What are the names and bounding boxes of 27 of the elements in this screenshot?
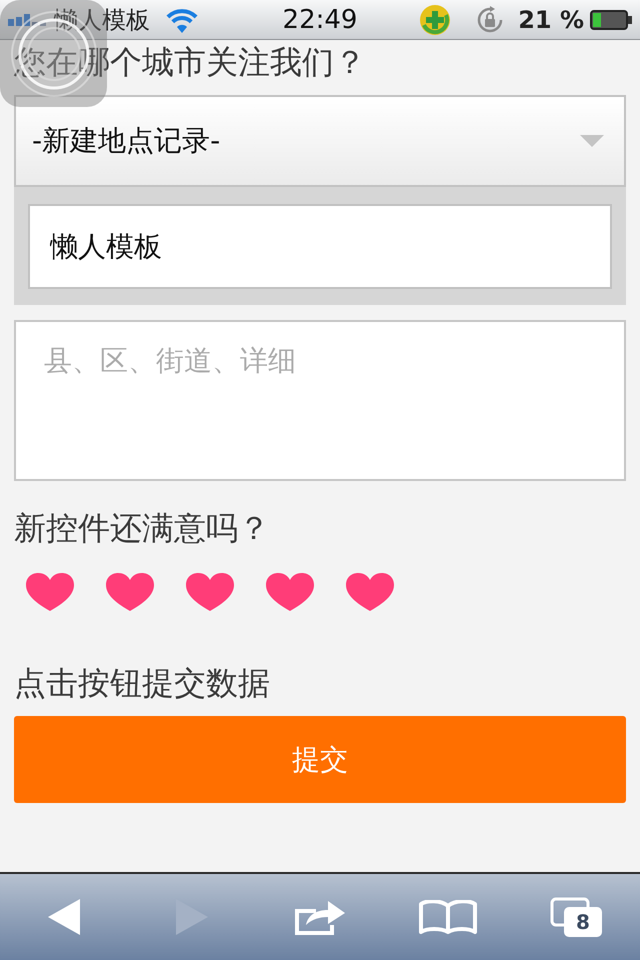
plus-circle-icon: [420, 4, 450, 34]
filled-heart-icon[interactable]: [106, 573, 154, 611]
wifi-icon: [164, 6, 200, 32]
filled-heart-icon[interactable]: [346, 573, 394, 611]
prompt-text: 点击按钮提交数据: [14, 666, 271, 700]
battery-icon: [590, 10, 632, 30]
question-text: 您在哪个城市关注我们？: [14, 42, 367, 79]
battery-percent: 21 %: [518, 6, 584, 34]
question-text: 新控件还满意吗？: [14, 511, 271, 545]
back-arrow-icon: [48, 899, 80, 935]
tabs-button[interactable]: 8: [548, 895, 604, 939]
carrier-name: 懒人模板: [54, 6, 150, 34]
tab-count-badge: 8: [564, 907, 602, 937]
back-button[interactable]: [46, 897, 82, 937]
filled-heart-icon[interactable]: [266, 573, 314, 611]
open-book-icon: [419, 900, 477, 934]
rotation-lock-icon: [476, 6, 504, 34]
forward-arrow-icon: [176, 899, 208, 935]
dropdown-triangle-icon: [580, 135, 604, 147]
signal-bars-icon: [8, 14, 46, 26]
address-textarea[interactable]: 县、区、街道、详细: [14, 320, 626, 481]
location-select[interactable]: -新建地点记录-: [14, 95, 626, 187]
clock-time: 22:49: [282, 4, 358, 34]
share-icon: [294, 899, 346, 935]
filled-heart-icon[interactable]: [26, 573, 74, 611]
bookmarks-button[interactable]: [417, 898, 479, 936]
filled-heart-icon[interactable]: [186, 573, 234, 611]
